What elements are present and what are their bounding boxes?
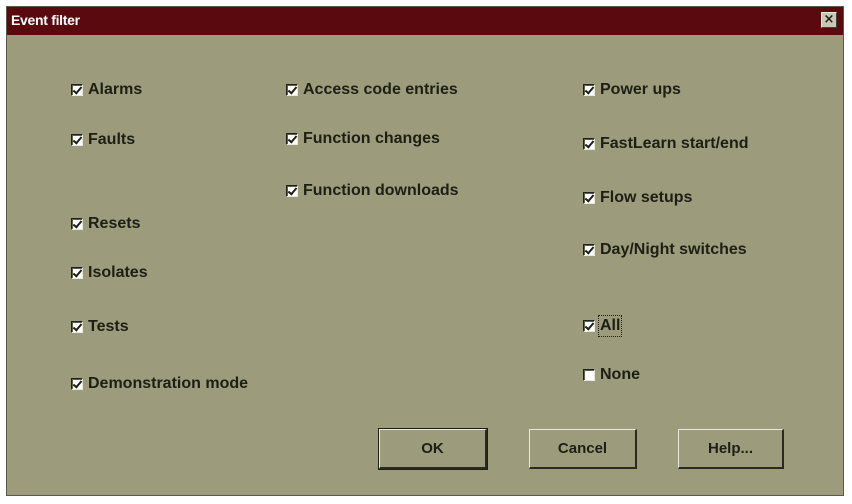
checkbox-access-code-entries-label: Access code entries (303, 81, 458, 98)
checkbox-demonstration-mode[interactable]: Demonstration mode (71, 375, 248, 393)
checkbox-access-code-entries-box[interactable] (286, 84, 298, 96)
checkbox-tests-box[interactable] (71, 321, 83, 333)
checkbox-fastlearn[interactable]: FastLearn start/end (583, 135, 748, 153)
checkbox-demonstration-mode-label: Demonstration mode (88, 375, 249, 392)
ok-button[interactable]: OK (378, 428, 488, 470)
checkbox-day-night-switches-box[interactable] (583, 244, 595, 256)
title-bar[interactable]: Event filter × (7, 7, 843, 35)
checkbox-tests[interactable]: Tests (71, 318, 129, 336)
checkbox-function-changes-box[interactable] (286, 133, 298, 145)
checkbox-isolates-box[interactable] (71, 267, 83, 279)
cancel-button[interactable]: Cancel (529, 429, 637, 469)
checkbox-fastlearn-label: FastLearn start/end (600, 135, 749, 152)
checkbox-resets-label: Resets (88, 215, 141, 232)
checkbox-all[interactable]: All (583, 315, 623, 337)
checkbox-power-ups-box[interactable] (583, 84, 595, 96)
checkbox-flow-setups-label: Flow setups (600, 189, 693, 206)
checkbox-fastlearn-box[interactable] (583, 138, 595, 150)
checkbox-function-changes-label: Function changes (303, 130, 440, 147)
checkbox-flow-setups[interactable]: Flow setups (583, 189, 692, 207)
close-icon[interactable]: × (821, 12, 837, 28)
checkbox-alarms-label: Alarms (88, 81, 143, 98)
checkbox-day-night-switches-label: Day/Night switches (600, 241, 747, 258)
checkbox-tests-label: Tests (88, 318, 129, 335)
checkbox-none-label: None (600, 366, 640, 383)
checkbox-none[interactable]: None (583, 366, 640, 384)
checkbox-resets[interactable]: Resets (71, 215, 140, 233)
checkbox-faults-box[interactable] (71, 134, 83, 146)
checkbox-faults-label: Faults (88, 131, 136, 148)
checkbox-function-downloads[interactable]: Function downloads (286, 182, 459, 200)
window-title: Event filter (11, 12, 80, 28)
checkbox-all-box[interactable] (583, 320, 595, 332)
checkbox-function-downloads-label: Function downloads (303, 182, 459, 199)
checkbox-function-downloads-box[interactable] (286, 185, 298, 197)
checkbox-demonstration-mode-box[interactable] (71, 378, 83, 390)
checkbox-function-changes[interactable]: Function changes (286, 130, 440, 148)
help-button[interactable]: Help... (678, 429, 784, 469)
checkbox-power-ups-label: Power ups (600, 81, 681, 98)
checkbox-day-night-switches[interactable]: Day/Night switches (583, 241, 747, 259)
checkbox-alarms-box[interactable] (71, 84, 83, 96)
checkbox-faults[interactable]: Faults (71, 131, 135, 149)
checkbox-flow-setups-box[interactable] (583, 192, 595, 204)
checkbox-all-label: All (597, 315, 623, 337)
checkbox-none-box[interactable] (583, 369, 595, 381)
checkbox-isolates[interactable]: Isolates (71, 264, 148, 282)
checkbox-access-code-entries[interactable]: Access code entries (286, 81, 458, 99)
checkbox-power-ups[interactable]: Power ups (583, 81, 681, 99)
checkbox-alarms[interactable]: Alarms (71, 81, 142, 99)
checkbox-isolates-label: Isolates (88, 264, 148, 281)
event-filter-dialog: Event filter × Alarms Faults Resets Isol… (6, 6, 844, 496)
checkbox-resets-box[interactable] (71, 218, 83, 230)
